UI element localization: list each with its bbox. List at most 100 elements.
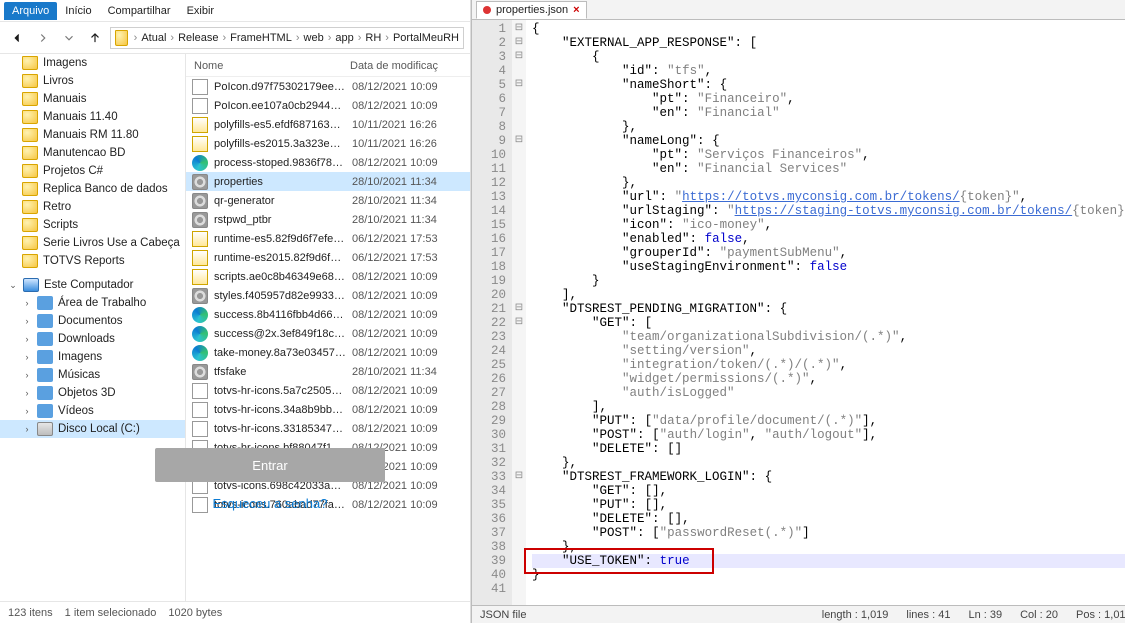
tree-library[interactable]: ›Área de Trabalho	[0, 294, 185, 312]
folder-icon	[22, 182, 38, 196]
tree-folder[interactable]: TOTVS Reports	[0, 252, 185, 270]
file-icon	[192, 269, 208, 285]
tree-folder[interactable]: Replica Banco de dados	[0, 180, 185, 198]
tree-library[interactable]: ›Downloads	[0, 330, 185, 348]
folder-icon	[22, 146, 38, 160]
folder-icon	[22, 236, 38, 250]
close-tab-icon[interactable]: ×	[573, 4, 579, 16]
folder-icon	[115, 30, 128, 46]
tree-folder[interactable]: Scripts	[0, 216, 185, 234]
status-selected: 1 item selecionado	[65, 607, 157, 619]
file-columns[interactable]: Nome Data de modificaç	[186, 54, 470, 77]
explorer-menubar: Arquivo Início Compartilhar Exibir	[0, 0, 470, 22]
library-icon	[37, 368, 53, 382]
file-row[interactable]: tfsfake28/10/2021 11:34	[186, 362, 470, 381]
file-row[interactable]: process-stoped.9836f78a2f4df797af4d08/12…	[186, 153, 470, 172]
esqueceu-senha-link[interactable]: Esqueceu a senha?	[213, 496, 328, 511]
tree-folder[interactable]: Retro	[0, 198, 185, 216]
col-date[interactable]: Data de modificaç	[350, 60, 462, 72]
file-row[interactable]: rstpwd_ptbr28/10/2021 11:34	[186, 210, 470, 229]
status-col: Col : 20	[1020, 609, 1058, 621]
file-icon	[192, 136, 208, 152]
computer-icon	[23, 278, 39, 292]
file-row[interactable]: totvs-hr-icons.331853478f30ebc049bc08/12…	[186, 419, 470, 438]
tree-disk[interactable]: ›Disco Local (C:)	[0, 420, 185, 438]
tree-folder[interactable]: Manutencao BD	[0, 144, 185, 162]
menu-exibir[interactable]: Exibir	[179, 2, 223, 20]
tree-folder[interactable]: Livros	[0, 72, 185, 90]
tree-folder[interactable]: Manuais 11.40	[0, 108, 185, 126]
fold-column[interactable]: ⊟⊟⊟⊟⊟⊟⊟⊟	[512, 20, 526, 605]
file-explorer: Arquivo Início Compartilhar Exibir › Atu…	[0, 0, 471, 623]
file-row[interactable]: qr-generator28/10/2021 11:34	[186, 191, 470, 210]
file-row[interactable]: take-money.8a73e034577ed0b29ef608/12/202…	[186, 343, 470, 362]
file-row[interactable]: success.8b4116fbb4d6691356b708/12/2021 1…	[186, 305, 470, 324]
file-icon	[192, 364, 208, 380]
code-body[interactable]: { "EXTERNAL_APP_RESPONSE": [ { "id": "tf…	[526, 20, 1125, 605]
entrar-button[interactable]: Entrar	[155, 448, 385, 482]
file-row[interactable]: runtime-es5.82f9d6f7efe063b526a806/12/20…	[186, 229, 470, 248]
tree-computer[interactable]: ⌄Este Computador	[0, 276, 185, 294]
file-icon	[192, 250, 208, 266]
library-icon	[37, 332, 53, 346]
library-icon	[37, 350, 53, 364]
library-icon	[37, 386, 53, 400]
nav-up-icon[interactable]	[84, 27, 106, 49]
file-row[interactable]: properties28/10/2021 11:34	[186, 172, 470, 191]
status-pos: Pos : 1,015	[1076, 609, 1125, 621]
tree-folder[interactable]: Projetos C#	[0, 162, 185, 180]
folder-icon	[22, 164, 38, 178]
folder-icon	[22, 56, 38, 70]
file-row[interactable]: PoIcon.d97f75302179ee45e4a6.eot08/12/202…	[186, 77, 470, 96]
file-row[interactable]: success@2x.3ef849f18ccb5be719a08/12/2021…	[186, 324, 470, 343]
menu-inicio[interactable]: Início	[57, 2, 99, 20]
tree-folder[interactable]: Manuais	[0, 90, 185, 108]
editor-tabbar: properties.json ×	[472, 0, 1125, 20]
file-icon	[192, 231, 208, 247]
file-row[interactable]: polyfills-es5.efdf687163e4f08a834510/11/…	[186, 115, 470, 134]
col-name[interactable]: Nome	[194, 60, 350, 72]
tree-folder[interactable]: Manuais RM 11.80	[0, 126, 185, 144]
folder-icon	[22, 254, 38, 268]
folder-icon	[22, 218, 38, 232]
tree-library[interactable]: ›Vídeos	[0, 402, 185, 420]
file-row[interactable]: totvs-hr-icons.34a8b9bb324126400cf7.woff…	[186, 400, 470, 419]
file-list[interactable]: PoIcon.d97f75302179ee45e4a6.eot08/12/202…	[186, 77, 470, 601]
tree-folder[interactable]: Imagens	[0, 54, 185, 72]
status-lines: lines : 41	[906, 609, 950, 621]
file-icon	[192, 402, 208, 418]
file-row[interactable]: styles.f405957d82e993300ead08/12/2021 10…	[186, 286, 470, 305]
file-row[interactable]: totvs-hr-icons.5a7c2505d5e2e1a3beae.eot0…	[186, 381, 470, 400]
file-row[interactable]: PoIcon.ee107a0cb2944ca8ae3408/12/2021 10…	[186, 96, 470, 115]
file-icon	[192, 117, 208, 133]
file-icon	[192, 326, 208, 342]
file-row[interactable]: polyfills-es2015.3a323e867905257cff2610/…	[186, 134, 470, 153]
nav-back-icon[interactable]	[6, 27, 28, 49]
status-filetype: JSON file	[480, 609, 526, 621]
file-row[interactable]: runtime-es2015.82f9d6f7efe063b526a806/12…	[186, 248, 470, 267]
modified-dot-icon	[483, 6, 491, 14]
menu-compartilhar[interactable]: Compartilhar	[100, 2, 179, 20]
tree-folder[interactable]: Serie Livros Use a Cabeça	[0, 234, 185, 252]
folder-icon	[22, 128, 38, 142]
menu-arquivo[interactable]: Arquivo	[4, 2, 57, 20]
editor-tab-properties[interactable]: properties.json ×	[476, 1, 587, 19]
login-snippet: Entrar Esqueceu a senha?	[155, 448, 385, 511]
tree-library[interactable]: ›Músicas	[0, 366, 185, 384]
file-icon	[192, 98, 208, 114]
file-icon	[192, 193, 208, 209]
folder-icon	[22, 74, 38, 88]
nav-recent-icon[interactable]	[58, 27, 80, 49]
disk-icon	[37, 422, 53, 436]
library-icon	[37, 296, 53, 310]
tree-library[interactable]: ›Imagens	[0, 348, 185, 366]
tree-library[interactable]: ›Documentos	[0, 312, 185, 330]
file-icon	[192, 288, 208, 304]
nav-forward-icon[interactable]	[32, 27, 54, 49]
tree-library[interactable]: ›Objetos 3D	[0, 384, 185, 402]
library-icon	[37, 404, 53, 418]
folder-tree[interactable]: ImagensLivrosManuaisManuais 11.40Manuais…	[0, 54, 186, 601]
breadcrumb[interactable]: › Atual› Release› FrameHTML› web› app› R…	[110, 27, 464, 49]
folder-icon	[22, 110, 38, 124]
file-row[interactable]: scripts.ae0c8b46349e686ba76008/12/2021 1…	[186, 267, 470, 286]
